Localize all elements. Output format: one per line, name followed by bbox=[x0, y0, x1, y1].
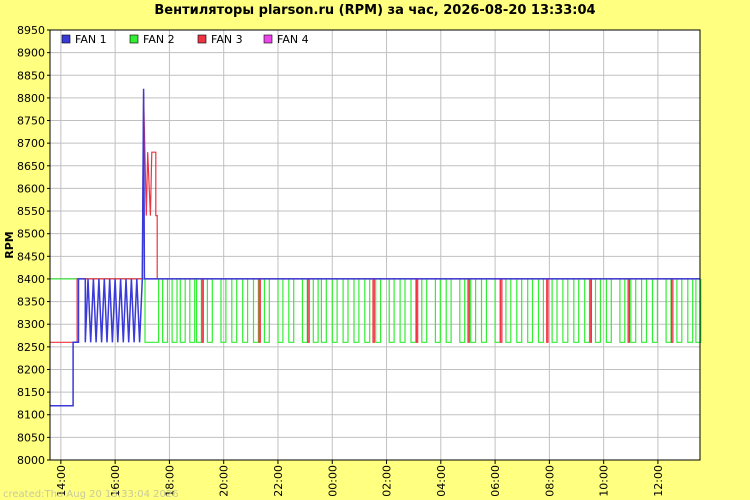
y-tick-label: 8250 bbox=[17, 341, 45, 354]
legend-label: FAN 2 bbox=[143, 33, 175, 46]
x-tick-label: 06:00 bbox=[489, 465, 502, 497]
legend-label: FAN 3 bbox=[211, 33, 243, 46]
y-tick-label: 8200 bbox=[17, 363, 45, 376]
y-tick-label: 8300 bbox=[17, 318, 45, 331]
legend-swatch bbox=[61, 34, 71, 44]
x-tick-label: 04:00 bbox=[435, 465, 448, 497]
chart-title: Вентиляторы plarson.ru (RPM) за час, 202… bbox=[154, 3, 595, 18]
y-tick-label: 8500 bbox=[17, 228, 45, 241]
y-tick-label: 8550 bbox=[17, 205, 45, 218]
y-tick-label: 8450 bbox=[17, 250, 45, 263]
y-tick-label: 8350 bbox=[17, 296, 45, 309]
x-tick-label: 20:00 bbox=[218, 465, 231, 497]
plot-area bbox=[50, 30, 700, 460]
legend-swatch bbox=[129, 34, 139, 44]
y-tick-label: 8400 bbox=[17, 273, 45, 286]
y-tick-label: 8850 bbox=[17, 69, 45, 82]
y-tick-label: 8900 bbox=[17, 47, 45, 60]
created-footer: created:Thu Aug 20 13:33:04 2026 bbox=[3, 489, 179, 500]
y-tick-label: 8800 bbox=[17, 92, 45, 105]
chart-svg: Вентиляторы plarson.ru (RPM) за час, 202… bbox=[0, 0, 750, 500]
y-axis-label: RPM bbox=[3, 231, 16, 258]
x-tick-label: 10:00 bbox=[598, 465, 611, 497]
x-tick-label: 00:00 bbox=[326, 465, 339, 497]
y-tick-label: 8950 bbox=[17, 24, 45, 37]
y-tick-label: 8050 bbox=[17, 431, 45, 444]
x-tick-label: 12:00 bbox=[652, 465, 665, 497]
y-tick-label: 8100 bbox=[17, 409, 45, 422]
x-tick-label: 02:00 bbox=[381, 465, 394, 497]
y-tick-label: 8650 bbox=[17, 160, 45, 173]
y-tick-label: 8750 bbox=[17, 115, 45, 128]
legend-swatch bbox=[197, 34, 207, 44]
y-tick-label: 8600 bbox=[17, 182, 45, 195]
y-tick-label: 8150 bbox=[17, 386, 45, 399]
x-tick-label: 08:00 bbox=[543, 465, 556, 497]
x-tick-label: 22:00 bbox=[272, 465, 285, 497]
y-tick-label: 8700 bbox=[17, 137, 45, 150]
legend-swatch bbox=[263, 34, 273, 44]
legend-label: FAN 4 bbox=[277, 33, 309, 46]
legend-label: FAN 1 bbox=[75, 33, 107, 46]
y-tick-label: 8000 bbox=[17, 454, 45, 467]
